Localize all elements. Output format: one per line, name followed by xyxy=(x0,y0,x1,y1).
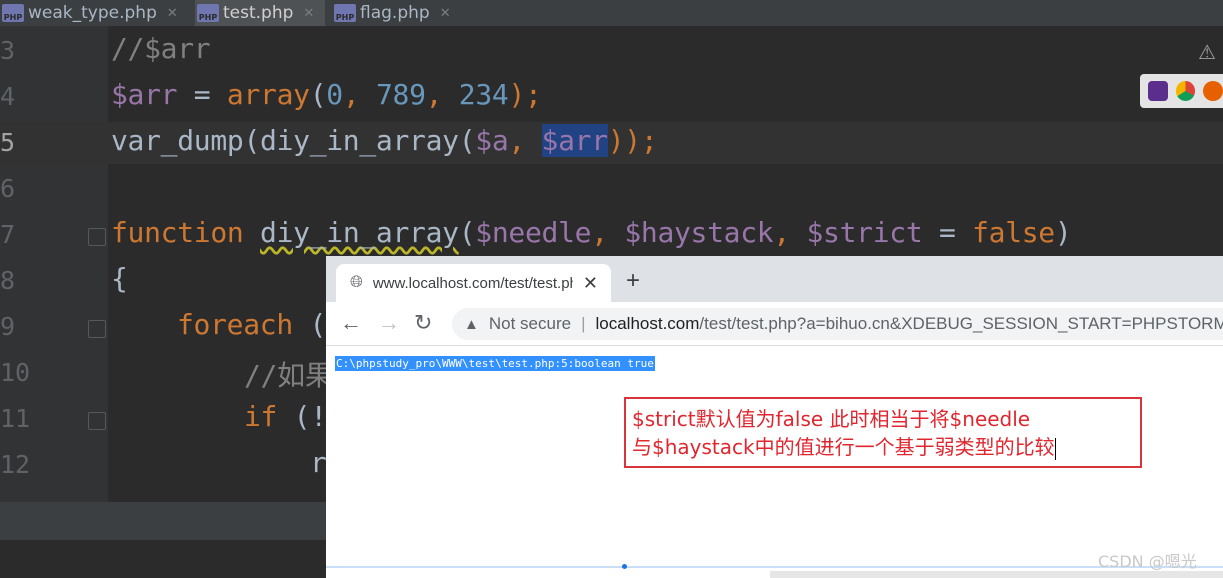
fold-marker-icon[interactable] xyxy=(88,320,106,338)
code-token: foreach xyxy=(177,308,293,341)
code-token: ); xyxy=(508,78,542,111)
code-line-12: r xyxy=(310,446,327,479)
code-line-8: { xyxy=(111,262,128,295)
url-path: /test/test.php?a=bihuo.cn&XDEBUG_SESSION… xyxy=(699,314,1223,333)
loading-dot xyxy=(622,564,627,569)
php-file-icon: PHP xyxy=(2,4,24,22)
code-line-11: if (! xyxy=(244,400,327,433)
horizontal-scrollbar[interactable] xyxy=(770,571,1223,578)
selected-token: $arr xyxy=(541,124,608,157)
code-token: var_dump(diy_in_array( xyxy=(111,124,476,157)
code-token: (! xyxy=(277,400,327,433)
forward-arrow-icon[interactable]: → xyxy=(378,310,400,336)
close-icon[interactable]: ✕ xyxy=(303,6,314,21)
code-line-3: //$arr xyxy=(111,32,211,65)
browser-tab-strip: 🌐︎ www.localhost.com/test/test.php ✕ + xyxy=(326,256,1223,302)
line-number: 11 xyxy=(0,404,31,433)
code-token: 789 xyxy=(375,78,426,111)
code-token: ( xyxy=(458,216,476,249)
code-token: $arr xyxy=(111,78,178,111)
code-token: $needle xyxy=(475,216,592,249)
browser-tab-title: www.localhost.com/test/test.php xyxy=(372,274,573,292)
phpstorm-icon[interactable] xyxy=(1148,81,1168,101)
line-number: 12 xyxy=(0,450,31,479)
line-number-current: 5 xyxy=(0,128,16,157)
annotation-box: $strict默认值为false 此时相当于将$needle 与$haystac… xyxy=(624,397,1142,468)
code-token: = xyxy=(177,78,227,111)
code-token: , xyxy=(508,124,542,157)
code-token: , xyxy=(425,78,459,111)
code-token: , xyxy=(591,216,625,249)
firefox-icon[interactable] xyxy=(1203,81,1223,101)
editor-tab-label: flag.php xyxy=(360,3,430,23)
line-number: 10 xyxy=(0,358,31,387)
text-caret xyxy=(1054,437,1056,460)
line-number: 8 xyxy=(0,266,16,295)
browser-toolbar: ← → ↻ ▲ Not secure | localhost.com /test… xyxy=(326,302,1223,346)
chrome-icon[interactable] xyxy=(1175,81,1196,101)
fold-marker-icon[interactable] xyxy=(88,412,106,430)
close-icon[interactable]: ✕ xyxy=(583,273,598,294)
security-label[interactable]: Not secure xyxy=(489,314,571,334)
editor-tab-bar: PHP weak_type.php ✕ PHP test.php ✕ PHP f… xyxy=(0,0,1223,26)
code-line-10: //如果 xyxy=(244,359,333,392)
line-number: 6 xyxy=(0,174,16,203)
new-tab-button[interactable]: + xyxy=(626,268,640,294)
code-token: $haystack xyxy=(624,216,774,249)
code-token: $a xyxy=(475,124,509,157)
code-token: if xyxy=(244,400,278,433)
close-icon[interactable]: ✕ xyxy=(167,6,178,21)
code-token: ( xyxy=(292,308,327,341)
code-token: 0 xyxy=(326,78,343,111)
php-file-icon: PHP xyxy=(334,4,356,22)
editor-tab-test[interactable]: PHP test.php ✕ xyxy=(195,0,325,26)
address-bar[interactable]: ▲ Not secure | localhost.com /test/test.… xyxy=(452,308,1223,340)
url-host: localhost.com xyxy=(595,314,700,333)
close-icon[interactable]: ✕ xyxy=(440,6,451,21)
annotation-line: $strict默认值为false 此时相当于将$needle xyxy=(632,407,1031,431)
code-token: function xyxy=(111,216,244,249)
code-line-7: function diy_in_array($needle, $haystack… xyxy=(111,216,1072,249)
code-line-4: $arr = array(0, 789, 234); xyxy=(111,78,542,111)
loading-bar xyxy=(326,566,1223,568)
code-token: ) xyxy=(1054,216,1072,249)
code-token: array xyxy=(226,78,310,111)
code-token: , xyxy=(773,216,807,249)
warning-icon[interactable]: ⚠ xyxy=(1198,40,1216,64)
globe-icon: 🌐︎ xyxy=(350,274,363,291)
editor-tab-label: weak_type.php xyxy=(28,3,157,23)
watermark: CSDN @嗯光 xyxy=(1098,552,1197,571)
code-token: ( xyxy=(309,78,327,111)
editor-tab-weak-type[interactable]: PHP weak_type.php ✕ xyxy=(0,0,190,26)
php-file-icon: PHP xyxy=(197,4,219,22)
code-token: = xyxy=(922,216,973,249)
code-token: , xyxy=(342,78,376,111)
line-number: 9 xyxy=(0,312,16,341)
line-number: 3 xyxy=(0,36,16,65)
code-token: $strict xyxy=(806,216,923,249)
fold-marker-icon[interactable] xyxy=(88,228,106,246)
line-number: 7 xyxy=(0,220,16,249)
editor-tab-label: test.php xyxy=(223,3,294,23)
code-line-5: var_dump(diy_in_array($a, $arr)); xyxy=(111,124,658,157)
back-arrow-icon[interactable]: ← xyxy=(340,310,362,336)
code-line-9: foreach ( xyxy=(177,308,326,341)
open-in-browser-toolbar xyxy=(1140,74,1223,108)
address-separator: | xyxy=(581,314,586,333)
browser-tab[interactable]: 🌐︎ www.localhost.com/test/test.php ✕ xyxy=(336,264,611,302)
browser-window: 🌐︎ www.localhost.com/test/test.php ✕ + ←… xyxy=(326,256,1223,578)
code-token: false xyxy=(972,216,1055,249)
warning-triangle-icon[interactable]: ▲ xyxy=(464,316,479,333)
annotation-line: 与$haystack中的值进行一个基于弱类型的比较 xyxy=(632,433,1134,461)
line-number: 4 xyxy=(0,82,16,111)
code-token: 234 xyxy=(458,78,509,111)
editor-tab-flag[interactable]: PHP flag.php ✕ xyxy=(332,0,462,26)
var-dump-output: C:\phpstudy_pro\WWW\test\test.php:5:bool… xyxy=(335,356,655,371)
code-token: )); xyxy=(607,124,658,157)
function-name: diy_in_array xyxy=(260,216,459,249)
reload-icon[interactable]: ↻ xyxy=(414,310,432,336)
annotation-text: 与$haystack中的值进行一个基于弱类型的比较 xyxy=(632,435,1055,459)
